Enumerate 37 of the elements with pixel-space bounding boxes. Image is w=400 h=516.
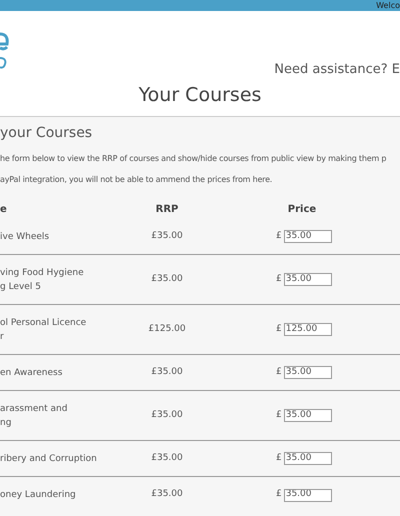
rrp-cell-text: £35.00 bbox=[150, 230, 184, 243]
currency-symbol: £ bbox=[276, 408, 282, 422]
course-name: ive Wheels bbox=[0, 230, 50, 244]
price-field[interactable]: 35.00 bbox=[284, 452, 332, 465]
currency-symbol: £ bbox=[276, 452, 282, 465]
currency-symbol: £ bbox=[276, 230, 282, 243]
page-title: Your Courses bbox=[138, 83, 262, 108]
rrp-cell-text: £35.00 bbox=[150, 488, 184, 502]
course-name: ol Personal Licence r bbox=[0, 316, 88, 344]
info-text: ayPal integration, you will not be able to ammend the prices from here. bbox=[0, 174, 274, 185]
rrp-cell-text: £125.00 bbox=[147, 322, 187, 336]
course-name: ving Food Hygiene g Level 5 bbox=[0, 266, 85, 294]
rrp-cell-text: £35.00 bbox=[150, 408, 184, 422]
column-header: Price bbox=[286, 202, 318, 216]
price-field[interactable]: 35.00 bbox=[284, 488, 332, 502]
course-name: en Awareness bbox=[0, 366, 64, 380]
price-field[interactable]: 35.00 bbox=[284, 409, 332, 422]
price-field[interactable]: 35.00 bbox=[284, 273, 332, 286]
welcome-text: Welco bbox=[376, 0, 400, 10]
currency-symbol: £ bbox=[276, 366, 282, 379]
rrp-cell-text: £35.00 bbox=[150, 272, 184, 286]
column-header: e bbox=[0, 202, 8, 216]
currency-symbol: £ bbox=[276, 488, 282, 502]
price-field[interactable]: 35.00 bbox=[284, 230, 332, 243]
currency-symbol: £ bbox=[276, 272, 282, 286]
rrp-cell-text: £35.00 bbox=[150, 452, 184, 465]
currency-symbol: £ bbox=[276, 322, 282, 336]
course-name: oney Laundering bbox=[0, 489, 77, 502]
rrp-cell-text: £35.00 bbox=[150, 366, 184, 379]
price-field[interactable]: 35.00 bbox=[284, 366, 332, 379]
column-header: RRP bbox=[154, 202, 180, 216]
section-title: your Courses bbox=[0, 124, 94, 143]
assistance-text: Need assistance? E bbox=[274, 60, 400, 78]
info-text: he form below to view the RRP of courses and show/hide courses from public view by making them p bbox=[0, 153, 388, 164]
course-name: arassment and ng bbox=[0, 402, 68, 430]
price-field[interactable]: 125.00 bbox=[284, 323, 332, 336]
course-name: ribery and Corruption bbox=[0, 452, 98, 466]
